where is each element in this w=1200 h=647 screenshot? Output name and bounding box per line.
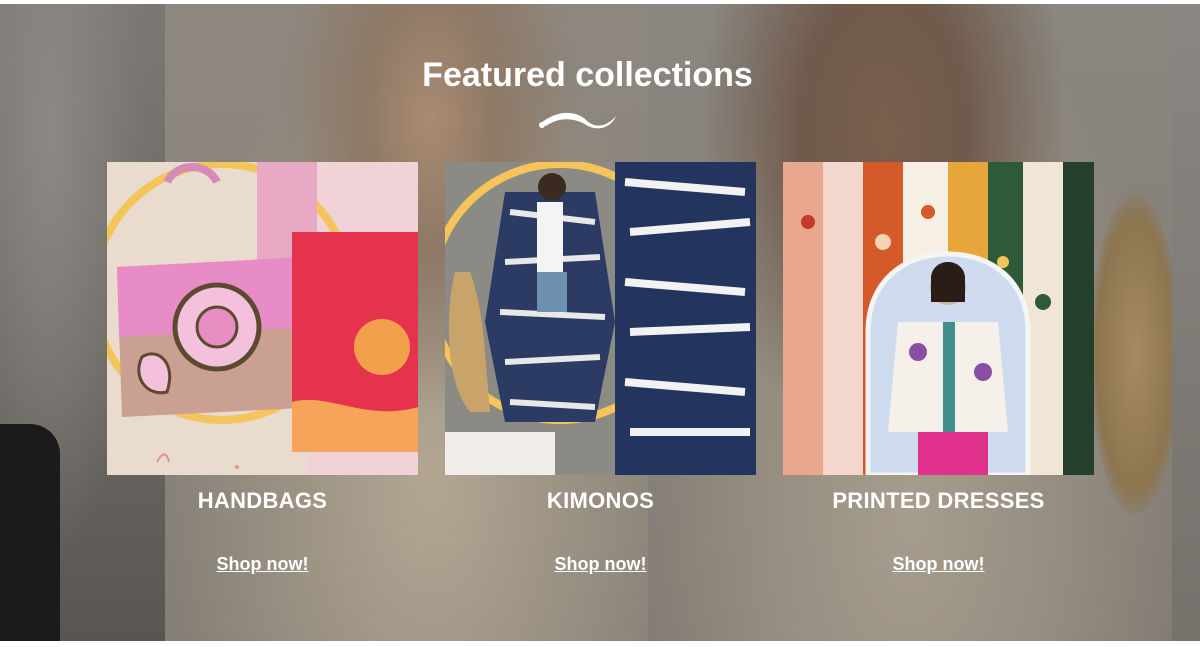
collection-card-printed-dresses[interactable]: PRINTED DRESSES Shop now! — [783, 162, 1094, 574]
background-black-dress — [0, 424, 60, 641]
collection-title: HANDBAGS — [197, 488, 328, 513]
collection-card-kimonos[interactable]: KIMONOS Shop now! — [445, 162, 756, 574]
shop-now-link[interactable]: Shop now! — [783, 554, 1094, 575]
printed-dresses-photo[interactable] — [783, 162, 1094, 475]
featured-collections-banner: Featured collections HANDBAGS Shop now! … — [0, 4, 1200, 641]
ornament-divider-icon — [539, 112, 616, 129]
handbags-photo[interactable] — [107, 162, 418, 475]
shop-now-link[interactable]: Shop now! — [445, 554, 756, 575]
kimono-photo[interactable] — [445, 162, 756, 475]
collection-title: KIMONOS — [546, 488, 655, 513]
collection-title: PRINTED DRESSES — [832, 488, 1045, 513]
background-photo-edge — [1172, 4, 1200, 641]
section-title: Featured collections — [422, 56, 753, 94]
collection-card-handbags[interactable]: HANDBAGS Shop now! — [107, 162, 418, 574]
shop-now-link[interactable]: Shop now! — [107, 554, 418, 575]
background-straw-decor — [1090, 194, 1180, 514]
